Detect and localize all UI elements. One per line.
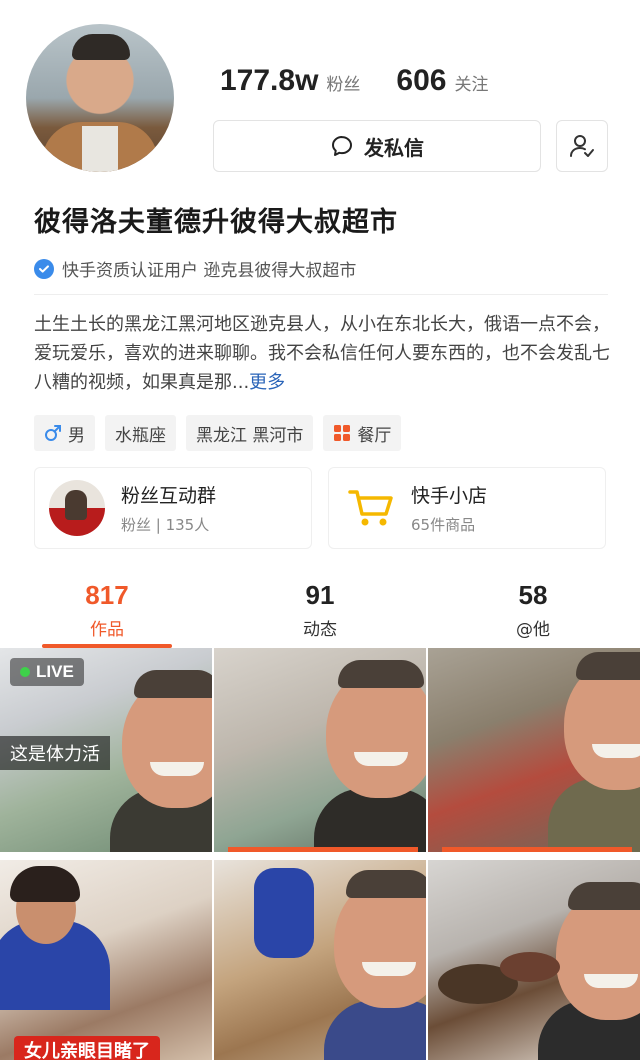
video-caption: 女儿亲眼目睹了 (14, 1036, 160, 1060)
avatar-hair (72, 34, 130, 60)
tag-zodiac: 水瓶座 (105, 415, 176, 451)
fan-group-title: 粉丝互动群 (121, 485, 217, 507)
fan-group-card[interactable]: 粉丝互动群 粉丝 | 135人 (34, 467, 312, 549)
avatar-collar (82, 126, 118, 172)
video-thumbnail[interactable] (428, 860, 640, 1060)
shop-title: 快手小店 (411, 485, 488, 507)
profile-avatar[interactable] (26, 24, 174, 172)
bio-more-link[interactable]: 更多 (249, 372, 285, 393)
user-check-icon (570, 135, 594, 157)
video-thumbnail[interactable] (428, 648, 640, 852)
follow-status-button[interactable] (556, 120, 608, 172)
shop-subtitle: 65件商品 (411, 516, 476, 534)
profile-stats: 177.8w 粉丝 606 关注 (220, 64, 516, 98)
tab-works-label: 作品 (90, 620, 124, 640)
fans-count[interactable]: 177.8w (220, 64, 318, 98)
tab-mentions[interactable]: 58 @他 (453, 580, 613, 640)
watch-progress-bar (442, 847, 632, 852)
live-dot-icon (20, 667, 30, 677)
tab-works[interactable]: 817 作品 (27, 580, 187, 640)
video-thumbnail[interactable] (214, 860, 426, 1060)
tab-moments-count: 91 (305, 580, 335, 610)
following-count[interactable]: 606 (396, 64, 446, 98)
verification-text: 快手资质认证用户 逊克县彼得大叔超市 (62, 261, 357, 281)
tab-mentions-label: @他 (516, 620, 550, 640)
watch-progress-bar (228, 847, 418, 852)
shopping-cart-icon (347, 486, 395, 530)
fans-label[interactable]: 粉丝 (326, 70, 360, 95)
tag-category[interactable]: 餐厅 (323, 415, 402, 451)
profile-tags: 男 水瓶座 黑龙江 黑河市 餐厅 (34, 415, 402, 451)
video-thumbnail[interactable]: 女儿亲眼目睹了 (0, 860, 212, 1060)
video-thumbnail[interactable] (214, 648, 426, 852)
grid-icon (334, 425, 351, 441)
tag-location-label: 黑龙江 黑河市 (196, 425, 304, 446)
chat-bubble-icon (332, 136, 352, 156)
fan-group-subtitle: 粉丝 | 135人 (121, 516, 210, 534)
shop-card[interactable]: 快手小店 65件商品 (328, 467, 606, 549)
tag-location: 黑龙江 黑河市 (186, 415, 314, 451)
video-thumbnail[interactable]: LIVE 这是体力活 (0, 648, 212, 852)
live-label: LIVE (36, 662, 74, 681)
video-grid: LIVE 这是体力活 女儿亲眼目睹了 (0, 648, 640, 1060)
tab-works-count: 817 (85, 580, 129, 610)
tag-category-label: 餐厅 (357, 425, 392, 446)
send-message-label: 发私信 (364, 135, 424, 160)
live-badge: LIVE (10, 658, 84, 686)
divider (34, 294, 608, 295)
tag-gender: 男 (34, 415, 95, 451)
fan-group-avatar (49, 480, 105, 536)
profile-bio: 土生土长的黑龙江黑河地区逊克县人，从小在东北长大，俄语一点不会，爱玩爱乐，喜欢的… (34, 310, 610, 397)
verification-line: 快手资质认证用户 逊克县彼得大叔超市 (34, 256, 356, 281)
tag-gender-label: 男 (68, 425, 85, 446)
verified-badge-icon (34, 258, 54, 279)
tab-moments[interactable]: 91 动态 (240, 580, 400, 640)
send-message-button[interactable]: 发私信 (213, 120, 541, 172)
content-tabs: 817 作品 91 动态 58 @他 (0, 580, 640, 648)
tag-zodiac-label: 水瓶座 (115, 425, 166, 446)
bio-text: 土生土长的黑龙江黑河地区逊克县人，从小在东北长大，俄语一点不会，爱玩爱乐，喜欢的… (34, 314, 610, 393)
male-icon (45, 425, 61, 441)
following-label[interactable]: 关注 (454, 70, 488, 95)
video-caption: 这是体力活 (0, 736, 110, 770)
tab-moments-label: 动态 (303, 620, 337, 640)
tab-mentions-count: 58 (518, 580, 548, 610)
profile-name: 彼得洛夫董德升彼得大叔超市 (34, 207, 398, 238)
